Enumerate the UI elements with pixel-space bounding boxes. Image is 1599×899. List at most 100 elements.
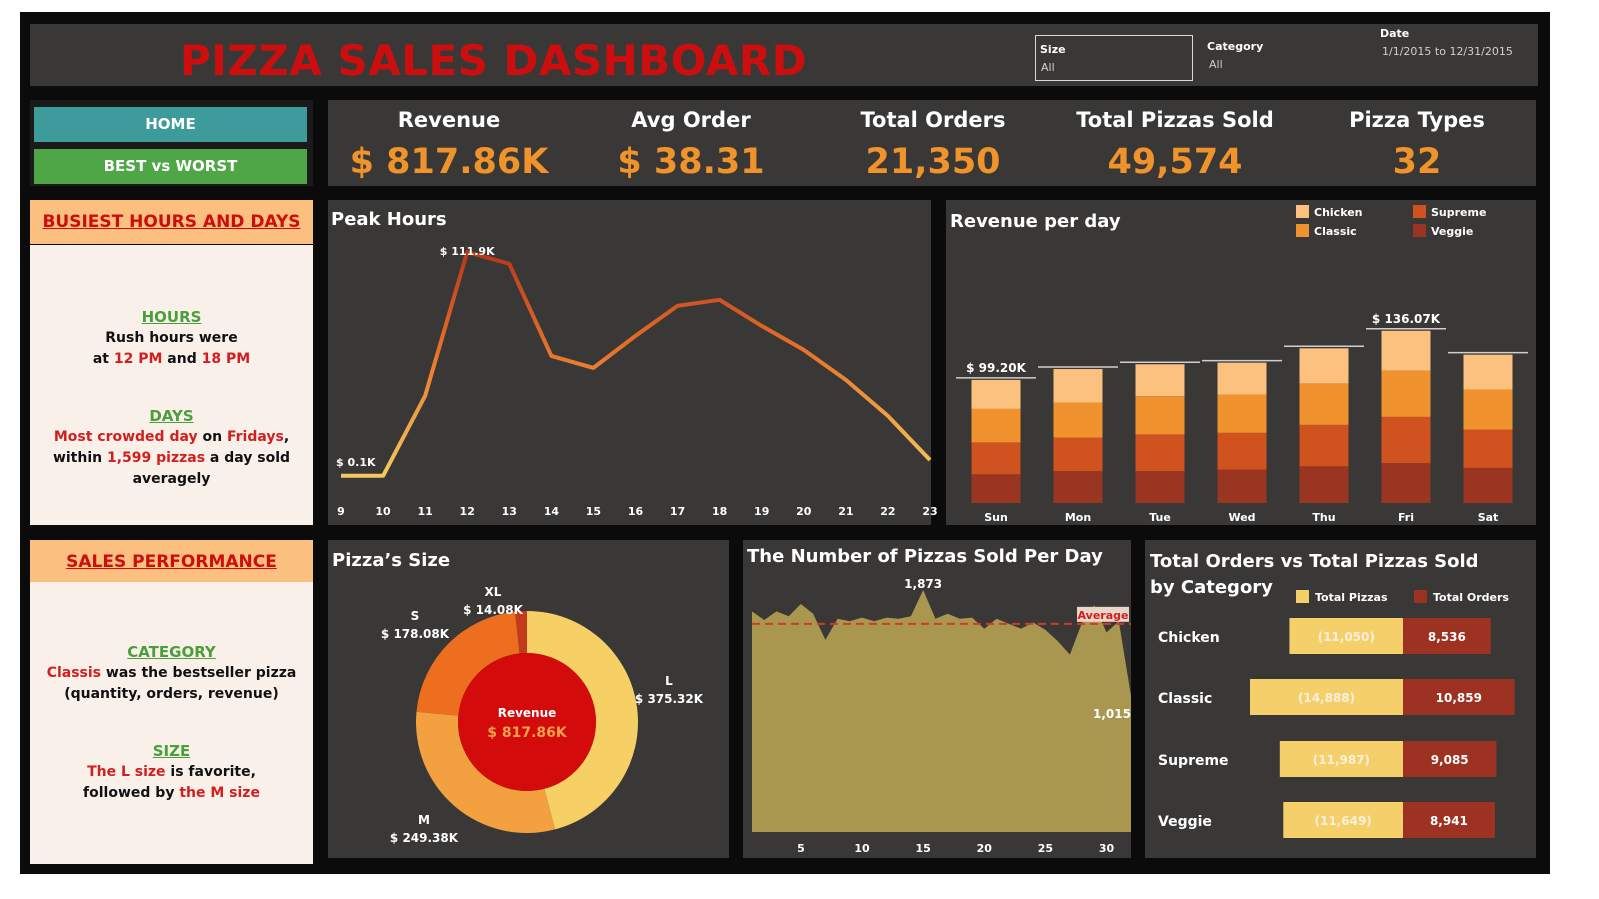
revenue-day-label: Sat	[1478, 511, 1499, 524]
category-label: Veggie	[1158, 814, 1212, 830]
revenue-total-label: $ 136.07K	[1372, 312, 1441, 326]
peak-hours-tick: 20	[796, 505, 812, 518]
total-pizzas-value: (11,050)	[1318, 630, 1375, 644]
size-donut-center	[458, 653, 596, 791]
donut-center-value: $ 817.86K	[487, 725, 568, 741]
per-day-last-label: 1,015	[1093, 707, 1131, 721]
peak-hours-tick: 9	[337, 505, 345, 518]
revenue-bar-segment	[1135, 434, 1185, 472]
peak-hours-line	[341, 250, 932, 478]
peak-hours-tick: 12	[460, 505, 475, 518]
size-slice-name: XL	[485, 585, 502, 599]
legend-label: Total Orders	[1433, 591, 1509, 604]
total-orders-value: 10,859	[1436, 691, 1482, 705]
charts-layer: 9 10 11 12 13 14 15 16 17 18 19 20 21 22 23 $ 111.9K $ 0…	[336, 205, 1528, 855]
revenue-bar-segment	[1053, 437, 1103, 472]
revenue-bar-segment	[1381, 330, 1431, 371]
peak-hours-tick: 18	[712, 505, 727, 518]
revenue-bar-segment	[1053, 471, 1103, 503]
revenue-bar-segment	[1217, 469, 1267, 503]
revenue-bar-segment	[1381, 463, 1431, 503]
revenue-day-label: Thu	[1312, 511, 1335, 524]
per-day-tick: 15	[916, 842, 931, 855]
revenue-bar-segment	[1463, 429, 1513, 468]
total-orders-value: 9,085	[1431, 753, 1469, 767]
peak-hours-tick: 17	[670, 505, 685, 518]
revenue-bar-segment	[1135, 396, 1185, 435]
size-slice-value: $ 375.32K	[635, 692, 704, 706]
revenue-bar-segment	[1463, 389, 1513, 430]
revenue-total-label: $ 99.20K	[966, 361, 1026, 375]
revenue-bar-segment	[1299, 466, 1349, 503]
revenue-bar-segment	[1381, 416, 1431, 464]
donut-center-label: Revenue	[498, 706, 557, 720]
per-day-tick: 5	[797, 842, 805, 855]
average-label: Average	[1078, 609, 1129, 622]
legend-swatch	[1296, 590, 1309, 603]
total-orders-value: 8,536	[1428, 630, 1466, 644]
per-day-tick: 20	[977, 842, 993, 855]
peak-hours-tick: 16	[628, 505, 644, 518]
legend-label: Total Pizzas	[1315, 591, 1388, 604]
legend-swatch	[1413, 205, 1426, 218]
revenue-day-label: Mon	[1065, 511, 1091, 524]
peak-hours-tick: 13	[502, 505, 517, 518]
revenue-bar-segment	[1217, 362, 1267, 395]
revenue-bar-segment	[1217, 432, 1267, 470]
peak-hours-tick: 22	[880, 505, 895, 518]
peak-hours-min-label: $ 0.1K	[336, 456, 376, 469]
peak-hours-tick: 21	[838, 505, 853, 518]
per-day-max-label: 1,873	[904, 577, 942, 591]
size-slice-name: M	[418, 813, 430, 827]
legend-swatch	[1413, 224, 1426, 237]
legend-label: Chicken	[1314, 206, 1363, 219]
revenue-bar-segment	[1299, 348, 1349, 384]
revenue-bar-segment	[971, 379, 1021, 409]
total-pizzas-value: (14,888)	[1298, 691, 1355, 705]
revenue-bar-segment	[1053, 402, 1103, 438]
category-label: Supreme	[1158, 753, 1229, 769]
size-slice-value: $ 178.08K	[381, 627, 450, 641]
revenue-day-label: Wed	[1228, 511, 1255, 524]
revenue-bar-segment	[971, 442, 1021, 475]
revenue-bar-segment	[1135, 364, 1185, 397]
size-slice-name: S	[411, 609, 420, 623]
peak-hours-max-label: $ 111.9K	[440, 245, 495, 258]
pizzas-per-day-area	[752, 590, 1131, 832]
revenue-day-label: Tue	[1149, 511, 1171, 524]
category-label: Classic	[1158, 691, 1212, 707]
total-orders-value: 8,941	[1430, 814, 1468, 828]
revenue-bar-segment	[971, 408, 1021, 443]
peak-hours-tick: 23	[922, 505, 937, 518]
revenue-bar-segment	[1299, 424, 1349, 467]
revenue-bar-segment	[1381, 370, 1431, 417]
peak-hours-tick: 14	[544, 505, 560, 518]
legend-label: Supreme	[1431, 206, 1486, 219]
peak-hours-tick: 10	[375, 505, 391, 518]
peak-hours-tick: 11	[417, 505, 432, 518]
size-slice-value: $ 14.08K	[463, 603, 523, 617]
revenue-bar-segment	[1463, 354, 1513, 390]
revenue-day-label: Sun	[984, 511, 1008, 524]
revenue-bar-segment	[1463, 467, 1513, 503]
size-slice-value: $ 249.38K	[390, 831, 459, 845]
per-day-tick: 10	[854, 842, 870, 855]
legend-swatch	[1296, 224, 1309, 237]
legend-label: Veggie	[1431, 225, 1473, 238]
revenue-day-label: Fri	[1398, 511, 1414, 524]
legend-swatch	[1296, 205, 1309, 218]
legend-label: Classic	[1314, 225, 1357, 238]
size-slice-name: L	[665, 674, 673, 688]
per-day-tick: 25	[1038, 842, 1053, 855]
revenue-bar-segment	[1299, 383, 1349, 425]
per-day-tick: 30	[1099, 842, 1115, 855]
peak-hours-tick: 15	[586, 505, 601, 518]
total-pizzas-value: (11,649)	[1315, 814, 1372, 828]
revenue-bar-segment	[1135, 471, 1185, 503]
revenue-bar-segment	[1053, 369, 1103, 403]
total-pizzas-value: (11,987)	[1313, 753, 1370, 767]
revenue-bar-segment	[1217, 394, 1267, 433]
legend-swatch	[1414, 590, 1427, 603]
revenue-bar-segment	[971, 474, 1021, 503]
category-label: Chicken	[1158, 630, 1220, 646]
